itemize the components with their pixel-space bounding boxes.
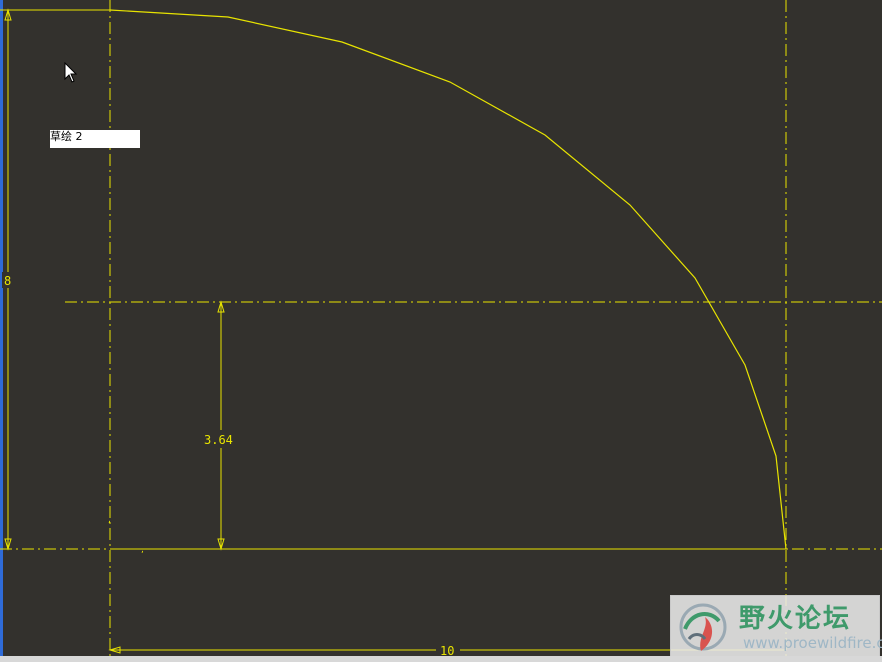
forum-watermark: 野火论坛 www.proewildfire.cn bbox=[670, 595, 882, 657]
watermark-title: 野火论坛 bbox=[739, 604, 852, 634]
sketch-spline-curve[interactable] bbox=[109, 9, 787, 550]
sketch-drawing[interactable]: 8 3.64 10 , , bbox=[0, 0, 882, 662]
sketch-tooltip: 草绘 2 - . - . - . - bbox=[50, 130, 140, 148]
offset-dimension-value[interactable]: 3.64 bbox=[204, 433, 233, 447]
left-window-border bbox=[0, 0, 3, 662]
tooltip-title: 草绘 2 bbox=[50, 130, 83, 143]
constraint-mark-horizontal: , bbox=[141, 545, 144, 555]
sketch-canvas[interactable]: 8 3.64 10 , , 草绘 2 - . - . - . - 野火论坛 ww… bbox=[0, 0, 882, 662]
tooltip-subtitle: - . - . - . - bbox=[50, 142, 140, 147]
constraint-mark-vertical: , bbox=[108, 515, 111, 525]
bottom-window-strip bbox=[0, 656, 882, 662]
watermark-url: www.proewildfire.cn bbox=[743, 634, 882, 652]
height-dimension-value[interactable]: 8 bbox=[4, 274, 11, 288]
arrow-cursor-icon bbox=[64, 62, 78, 83]
wildfire-logo-icon bbox=[679, 603, 727, 651]
